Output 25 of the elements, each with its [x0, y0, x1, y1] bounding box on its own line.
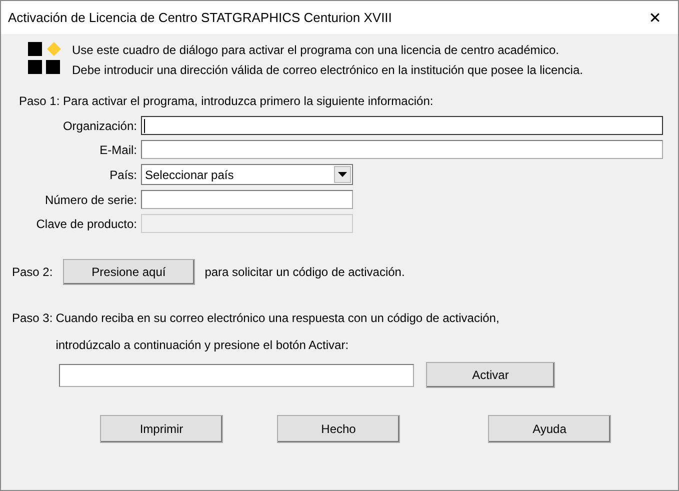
dialog-button[interactable]: Ayuda [488, 415, 611, 443]
instruction-text: introdúzcalo a continuación y presione el botón Activar: [56, 338, 350, 352]
window-title: Activación de Licencia de Centro STATGRAPHICS Centurion XVIII [7, 10, 392, 25]
dialog-button[interactable]: Imprimir [100, 415, 223, 443]
field-label: Organización: [62, 118, 137, 132]
close-button[interactable]: ✕ [632, 1, 678, 34]
activation-code-field[interactable] [59, 364, 414, 386]
step-label: Paso 2: [12, 265, 53, 279]
input-field[interactable] [141, 190, 353, 209]
step-label: Paso 1: Para activar el programa, introduzca primero la siguiente información: [19, 94, 434, 108]
field-label: Número de serie: [44, 192, 137, 206]
field-label: E-Mail: [98, 142, 137, 156]
info-text: Debe introducir una dirección válida de correo electrónico en la institución que posee la licencia. [72, 63, 583, 77]
input-field[interactable] [141, 140, 663, 159]
info-text: Use este cuadro de diálogo para activar el programa con una licencia de centro académico. [72, 43, 560, 57]
step-label: Paso 3: [12, 311, 53, 325]
instruction-text: para solicitar un código de activación. [204, 265, 405, 279]
request-button[interactable]: Presione aquí [62, 259, 195, 285]
country-dropdown[interactable]: Seleccionar país [141, 164, 353, 185]
activate-button[interactable]: Activar [426, 362, 555, 388]
input-field[interactable] [141, 116, 663, 135]
instruction-text: Cuando reciba en su correo electrónico una respuesta con un código de activación, [56, 311, 500, 325]
field-label: Clave de producto: [35, 216, 137, 230]
dialog-button[interactable]: Hecho [277, 415, 400, 443]
field-label: País: [108, 168, 137, 182]
